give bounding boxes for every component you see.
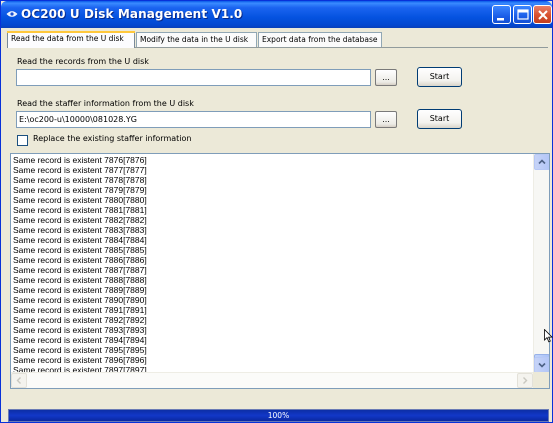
- log-line: Same record is existent 7896[7896]: [13, 355, 147, 365]
- log-line: Same record is existent 7891[7891]: [13, 305, 147, 315]
- tab-read-data[interactable]: Read the data from the U disk: [7, 31, 135, 48]
- close-button[interactable]: [533, 5, 552, 24]
- log-line: Same record is existent 7892[7892]: [13, 315, 147, 325]
- log-line: Same record is existent 7894[7894]: [13, 335, 147, 345]
- log-line: Same record is existent 7885[7885]: [13, 245, 147, 255]
- records-start-button[interactable]: Start: [417, 67, 462, 87]
- log-line: Same record is existent 7893[7893]: [13, 325, 147, 335]
- log-listbox[interactable]: Same record is existent 7876[7876] Same r…: [10, 153, 550, 389]
- progress-text: 100%: [267, 411, 290, 420]
- mouse-cursor-icon: [544, 329, 553, 343]
- staffer-path-input[interactable]: E:\oc200-u\10000\081028.YG: [16, 111, 371, 128]
- replace-staffer-label: Replace the existing staffer information: [33, 134, 192, 143]
- chevron-right-icon: [523, 377, 528, 384]
- progress-bar: 100%: [8, 409, 549, 422]
- log-line: Same record is existent 7879[7879]: [13, 185, 147, 195]
- replace-staffer-checkbox[interactable]: [17, 135, 28, 146]
- maximize-button[interactable]: [513, 5, 532, 24]
- title-bar[interactable]: OC200 U Disk Management V1.0: [1, 1, 552, 28]
- records-browse-button[interactable]: ...: [375, 69, 397, 86]
- scroll-up-button[interactable]: [534, 154, 549, 170]
- horizontal-scrollbar[interactable]: [11, 372, 533, 388]
- staffer-start-button[interactable]: Start: [417, 109, 462, 129]
- tab-export-data[interactable]: Export data from the database: [258, 32, 382, 47]
- minimize-icon: [497, 18, 504, 21]
- staffer-browse-button[interactable]: ...: [375, 111, 397, 128]
- log-line: Same record is existent 7887[7887]: [13, 265, 147, 275]
- log-line: Same record is existent 7878[7878]: [13, 175, 147, 185]
- log-line: Same record is existent 7877[7877]: [13, 165, 147, 175]
- app-icon: [6, 11, 18, 17]
- log-line: Same record is existent 7895[7895]: [13, 345, 147, 355]
- log-line: Same record is existent 7882[7882]: [13, 215, 147, 225]
- close-icon: [538, 10, 548, 20]
- log-line: Same record is existent 7890[7890]: [13, 295, 147, 305]
- log-line: Same record is existent 7880[7880]: [13, 195, 147, 205]
- read-records-label: Read the records from the U disk: [17, 57, 149, 66]
- log-line: Same record is existent 7884[7884]: [13, 235, 147, 245]
- records-path-input[interactable]: [16, 69, 371, 86]
- chevron-down-icon: [538, 362, 546, 368]
- chevron-left-icon: [16, 377, 21, 384]
- log-line: Same record is existent 7876[7876]: [13, 155, 147, 165]
- scroll-right-button[interactable]: [517, 373, 533, 388]
- scrollbar-corner: [533, 372, 549, 388]
- log-line: Same record is existent 7888[7888]: [13, 275, 147, 285]
- window-title: OC200 U Disk Management V1.0: [21, 7, 243, 21]
- log-line: Same record is existent 7889[7889]: [13, 285, 147, 295]
- scroll-down-button[interactable]: [534, 357, 549, 373]
- tab-modify-data[interactable]: Modify the data in the U disk: [136, 32, 257, 47]
- scroll-left-button[interactable]: [11, 373, 27, 388]
- app-window: OC200 U Disk Management V1.0 Read the da…: [0, 0, 553, 423]
- log-lines: Same record is existent 7876[7876] Same r…: [13, 155, 528, 375]
- chevron-up-icon: [538, 159, 546, 165]
- log-line: Same record is existent 7883[7883]: [13, 225, 147, 235]
- log-line: Same record is existent 7881[7881]: [13, 205, 147, 215]
- minimize-button[interactable]: [492, 5, 511, 24]
- log-line: Same record is existent 7886[7886]: [13, 255, 147, 265]
- maximize-icon: [517, 9, 529, 20]
- read-staffer-label: Read the staffer information from the U …: [17, 99, 194, 108]
